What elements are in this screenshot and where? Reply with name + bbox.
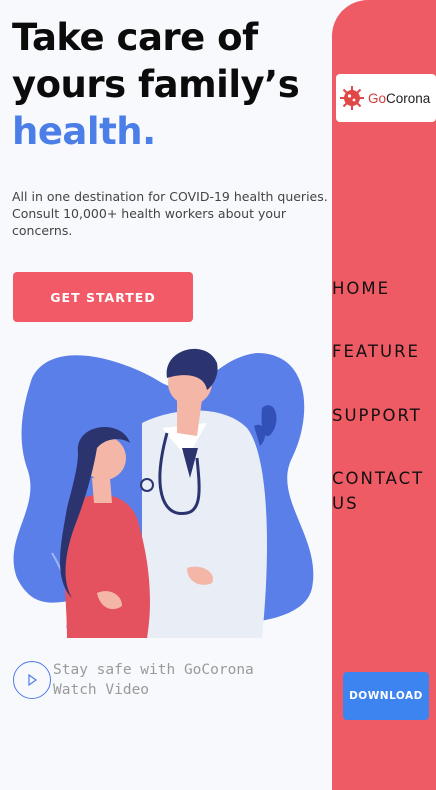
gocorona-logo[interactable]: GoCorona: [336, 74, 436, 122]
virus-icon: [340, 86, 364, 110]
download-button[interactable]: DOWNLOAD: [343, 672, 429, 720]
nav-contact-line-1: CONTACT: [332, 469, 425, 488]
play-icon: [28, 673, 38, 687]
nav-contact-us[interactable]: CONTACT US: [332, 466, 436, 516]
logo-text: GoCorona: [368, 90, 431, 106]
watch-line-1: Stay safe with GoCorona: [53, 662, 254, 678]
play-button[interactable]: [13, 661, 51, 699]
watch-video-section: Stay safe with GoCorona Watch Video: [13, 660, 254, 700]
watch-line-2: Watch Video: [53, 682, 150, 698]
hero-title-line-1: Take care of: [12, 16, 258, 59]
get-started-button[interactable]: GET STARTED: [13, 272, 193, 322]
hero-title-line-2: yours family’s: [12, 63, 300, 106]
nav-contact-line-2: US: [332, 494, 359, 513]
hero-title-accent: health.: [12, 110, 156, 153]
doctor-patient-illustration: [13, 348, 314, 638]
nav-home[interactable]: HOME: [332, 276, 436, 301]
watch-video-text[interactable]: Stay safe with GoCorona Watch Video: [53, 660, 254, 700]
hero-title: Take care of yours family’s health.: [12, 14, 330, 155]
hero-description: All in one destination for COVID-19 heal…: [12, 189, 328, 238]
nav-support[interactable]: SUPPORT: [332, 403, 436, 428]
nav-feature[interactable]: FEATURE: [332, 339, 436, 364]
